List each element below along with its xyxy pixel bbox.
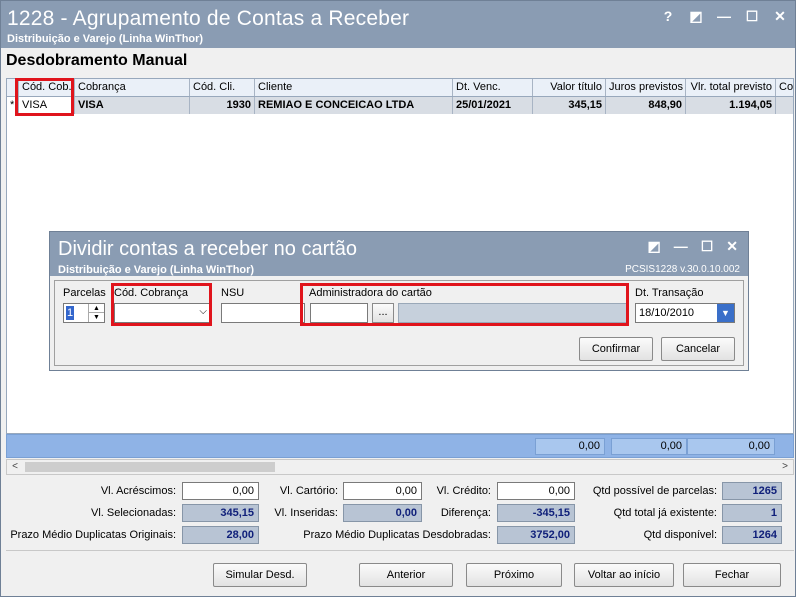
simular-button[interactable]: Simular Desd. xyxy=(213,563,307,587)
minimize-icon[interactable]: — xyxy=(717,9,731,23)
cell-juros[interactable]: 848,90 xyxy=(606,97,686,114)
spinner-down-icon[interactable]: ▼ xyxy=(88,313,104,322)
cell-cliente[interactable]: REMIAO E CONCEICAO LTDA xyxy=(255,97,453,114)
scrollbar-thumb[interactable] xyxy=(25,462,275,472)
dialog-title: Dividir contas a receber no cartão xyxy=(58,238,358,260)
totals-bar: 0,00 0,00 0,00 xyxy=(6,434,794,458)
dialog-version: PCSIS1228 v.30.0.10.002 xyxy=(625,264,740,275)
total-juros: 0,00 xyxy=(611,438,687,455)
section-title: Desdobramento Manual xyxy=(6,52,188,69)
inseridas-label: Vl. Inseridas: xyxy=(274,507,338,519)
acrescimos-field[interactable]: 0,00 xyxy=(182,482,259,500)
dt-transacao-value: 18/10/2010 xyxy=(639,307,695,319)
dialog-title-bar: Dividir contas a receber no cartão Distr… xyxy=(50,232,748,276)
qtd-disponivel-label: Qtd disponível: xyxy=(643,529,717,541)
cancelar-button[interactable]: Cancelar xyxy=(661,337,735,361)
inseridas-field: 0,00 xyxy=(343,504,422,522)
spinner-up-icon[interactable]: ▲ xyxy=(88,304,104,313)
col-cobranca[interactable]: Cobrança xyxy=(75,79,190,96)
diferenca-field: -345,15 xyxy=(497,504,575,522)
dt-transacao-picker[interactable]: 18/10/2010 ▼ xyxy=(635,303,735,323)
cartorio-field[interactable]: 0,00 xyxy=(343,482,422,500)
dialog-close-icon[interactable]: ✕ xyxy=(726,238,738,255)
footer-divider xyxy=(6,550,794,551)
parcelas-label: Parcelas xyxy=(63,287,106,299)
restore-layout-icon[interactable]: ◩ xyxy=(689,9,703,23)
calendar-dropdown-icon[interactable]: ▼ xyxy=(717,304,734,322)
highlight-cod-cob xyxy=(15,78,74,116)
confirmar-button[interactable]: Confirmar xyxy=(579,337,653,361)
qtd-disponivel-field: 1264 xyxy=(722,526,782,544)
dt-transacao-label: Dt. Transação xyxy=(635,287,704,299)
qtd-possivel-label: Qtd possível de parcelas: xyxy=(592,485,717,497)
cell-vlr-total[interactable]: 1.194,05 xyxy=(686,97,776,114)
qtd-existente-label: Qtd total já existente: xyxy=(613,507,717,519)
col-juros[interactable]: Juros previstos xyxy=(606,79,686,96)
window-title: 1228 - Agrupamento de Contas a Receber xyxy=(7,7,410,30)
acrescimos-label: Vl. Acréscimos: xyxy=(100,485,176,497)
selecionadas-label: Vl. Selecionadas: xyxy=(91,507,176,519)
close-icon[interactable]: ✕ xyxy=(773,9,787,23)
qtd-possivel-field: 1265 xyxy=(722,482,782,500)
parcelas-value[interactable]: 1 xyxy=(66,306,75,320)
help-icon[interactable]: ? xyxy=(661,9,675,23)
prazo-orig-label: Prazo Médio Duplicatas Originais: xyxy=(10,529,176,541)
col-cliente[interactable]: Cliente xyxy=(255,79,453,96)
window-subtitle: Distribuição e Varejo (Linha WinThor) xyxy=(7,33,204,45)
col-vlr-total[interactable]: Vlr. total previsto xyxy=(686,79,776,96)
proximo-button[interactable]: Próximo xyxy=(466,563,562,587)
selecionadas-field: 345,15 xyxy=(182,504,259,522)
cell-cod-cli[interactable]: 1930 xyxy=(190,97,255,114)
total-vlr-total: 0,00 xyxy=(687,438,775,455)
highlight-cod-cobranca xyxy=(111,283,212,326)
dialog-restore-layout-icon[interactable]: ◩ xyxy=(647,238,660,255)
nsu-input[interactable] xyxy=(221,303,305,323)
col-valor-titulo[interactable]: Valor título xyxy=(533,79,606,96)
grid-header: Cód. Cob. Cobrança Cód. Cli. Cliente Dt.… xyxy=(7,79,793,97)
cell-cor[interactable] xyxy=(776,97,793,114)
credito-label: Vl. Crédito: xyxy=(436,485,491,497)
diferenca-label: Diferença: xyxy=(440,507,491,519)
col-cor[interactable]: Cor xyxy=(776,79,793,96)
prazo-desd-label: Prazo Médio Duplicatas Desdobradas: xyxy=(303,529,491,541)
maximize-icon[interactable]: ☐ xyxy=(745,9,759,23)
prazo-orig-field: 28,00 xyxy=(182,526,259,544)
parcelas-spinner[interactable]: 1 ▲ ▼ xyxy=(63,303,105,323)
qtd-existente-field: 1 xyxy=(722,504,782,522)
cartorio-label: Vl. Cartório: xyxy=(279,485,338,497)
voltar-inicio-button[interactable]: Voltar ao início xyxy=(574,563,674,587)
cell-valor-titulo[interactable]: 345,15 xyxy=(533,97,606,114)
prazo-desd-field: 3752,00 xyxy=(497,526,575,544)
scroll-left-icon[interactable]: < xyxy=(7,460,23,474)
nsu-label: NSU xyxy=(221,287,245,299)
horizontal-scrollbar[interactable]: < > xyxy=(6,459,794,475)
title-bar: 1228 - Agrupamento de Contas a Receber D… xyxy=(1,1,795,48)
col-cod-cli[interactable]: Cód. Cli. xyxy=(190,79,255,96)
dialog-minimize-icon[interactable]: — xyxy=(674,238,688,255)
cell-dt-venc[interactable]: 25/01/2021 xyxy=(453,97,533,114)
cell-cobranca[interactable]: VISA xyxy=(75,97,190,114)
credito-field[interactable]: 0,00 xyxy=(497,482,575,500)
scroll-right-icon[interactable]: > xyxy=(777,460,793,474)
dialog-maximize-icon[interactable]: ☐ xyxy=(701,238,714,255)
table-row[interactable]: * VISA VISA 1930 REMIAO E CONCEICAO LTDA… xyxy=(7,97,793,114)
anterior-button[interactable]: Anterior xyxy=(359,563,453,587)
fechar-button[interactable]: Fechar xyxy=(683,563,781,587)
col-dt-venc[interactable]: Dt. Venc. xyxy=(453,79,533,96)
dialog-subtitle: Distribuição e Varejo (Linha WinThor) xyxy=(58,264,255,276)
total-valor-titulo: 0,00 xyxy=(535,438,605,455)
highlight-admin xyxy=(300,283,629,326)
